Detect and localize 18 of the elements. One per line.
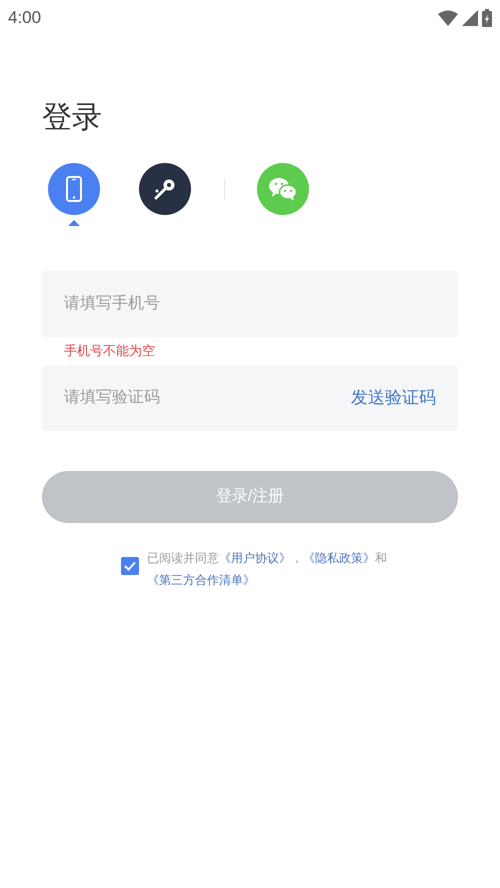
battery-icon (482, 8, 492, 26)
wifi-icon (438, 10, 458, 26)
chat-bubbles-icon (268, 176, 298, 202)
agreement-link[interactable]: 《隐私政策》 (303, 551, 375, 565)
signal-icon (462, 10, 478, 26)
login-method-button[interactable] (139, 163, 191, 215)
code-input-field[interactable]: 请填写验证码 (42, 365, 351, 431)
status-time: 4:00 (8, 6, 42, 29)
code-field[interactable]: 请填写验证码 发送验证码 (42, 365, 458, 431)
error-message: 手机号不能为空 (64, 342, 155, 360)
send-code-link[interactable]: 发送验证码 (351, 385, 436, 411)
agreement-text: 已阅读并同意《用户协议》，《隐私政策》和 《第三方合作清单》 (147, 550, 388, 589)
page-title: 登录 (42, 100, 102, 136)
agreement-link[interactable]: 《用户协议》 (219, 551, 291, 565)
phone-icon (65, 176, 83, 202)
phone-input-field[interactable]: 请填写手机号 (42, 271, 458, 337)
agreement-checkbox[interactable] (121, 557, 139, 575)
agreement-link[interactable]: 《第三方合作清单》 (147, 573, 255, 587)
